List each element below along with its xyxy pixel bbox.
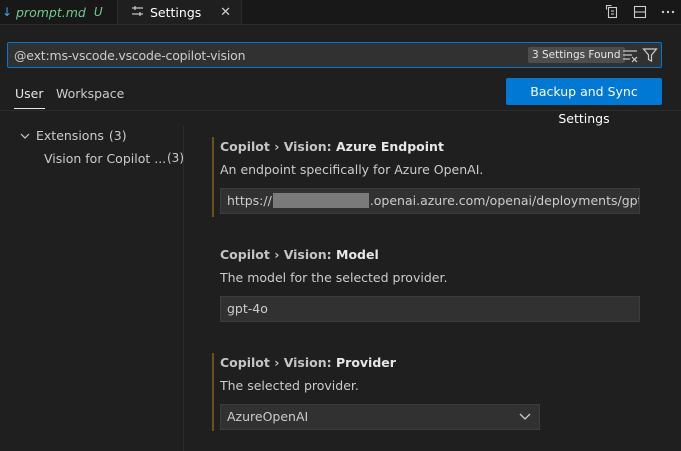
setting-description: An endpoint specifically for Azure OpenA… [220,162,484,177]
endpoint-prefix: https:// [227,193,272,208]
setting-key: Provider [336,355,396,370]
setting-key: Azure Endpoint [336,139,444,154]
setting-category: Copilot › Vision: [220,247,336,262]
tab-label: Settings [150,4,202,20]
tab-settings[interactable]: Settings ✕ [118,0,242,24]
setting-model: Copilot › Vision: Model The model for th… [212,245,652,325]
editor-actions [605,0,675,24]
azure-endpoint-input[interactable]: https:// .openai.azure.com/openai/deploym… [220,188,640,214]
toc-extensions-count: (3) [108,128,127,143]
backup-and-sync-button[interactable]: Backup and Sync Settings [506,78,662,126]
setting-provider: Copilot › Vision: Provider The selected … [212,353,652,431]
toc-vision-for-copilot[interactable]: Vision for Copilot ... [44,151,166,166]
setting-category: Copilot › Vision: [220,139,336,154]
redacted-region [272,193,369,208]
setting-azure-endpoint: Copilot › Vision: Azure Endpoint An endp… [212,137,652,217]
setting-description: The model for the selected provider. [220,270,448,285]
setting-title: Copilot › Vision: Azure Endpoint [220,139,444,154]
setting-title: Copilot › Vision: Provider [220,355,396,370]
chevron-down-icon [519,413,531,420]
settings-editor-icon [131,5,144,20]
tab-prompt-md[interactable]: ↓ prompt.md U [0,0,118,24]
settings-search-box: 3 Settings Found [7,42,662,68]
endpoint-suffix: .openai.azure.com/openai/deployments/gpt… [369,193,640,208]
toc-separator [183,126,184,451]
markdown-file-icon: ↓ [2,5,13,19]
filter-icon[interactable] [642,47,658,63]
setting-category: Copilot › Vision: [220,355,336,370]
setting-title: Copilot › Vision: Model [220,247,379,262]
tab-user[interactable]: User [14,86,44,109]
provider-selected-value: AzureOpenAI [227,409,309,424]
close-icon[interactable]: ✕ [220,5,231,20]
header-divider [0,110,681,111]
provider-select[interactable]: AzureOpenAI [220,404,540,430]
toc-extensions-label: Extensions [36,128,104,143]
tab-label: prompt.md [16,4,86,20]
toc-extensions[interactable]: Extensions (3) [19,128,127,143]
editor-tab-bar: ↓ prompt.md U Settings ✕ [0,0,681,25]
results-count-badge: 3 Settings Found [528,47,625,63]
untracked-badge: U [93,5,103,19]
more-actions-icon[interactable] [661,5,675,19]
toc-vision-count: (3) [167,151,184,165]
setting-description: The selected provider. [220,378,359,393]
tab-workspace[interactable]: Workspace [56,86,124,101]
clear-filter-icon[interactable] [622,47,638,63]
setting-key: Model [336,247,379,262]
chevron-down-icon [20,133,30,139]
split-editor-icon[interactable] [633,5,647,19]
settings-search-input[interactable] [8,43,524,67]
open-settings-json-icon[interactable] [605,5,619,19]
model-input[interactable]: gpt-4o [220,296,640,322]
